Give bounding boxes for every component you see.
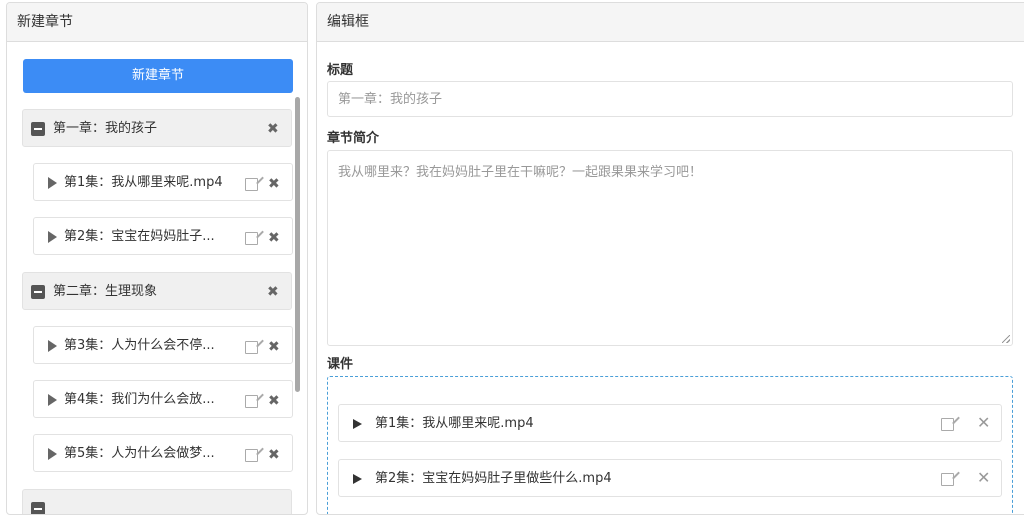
chapter-item[interactable]: 第一章：我的孩子 ✖ — [22, 109, 292, 147]
file-item[interactable]: 第2集：宝宝在妈妈肚子里做些什么.mp4 ✕ — [338, 459, 1002, 497]
play-icon — [48, 231, 57, 243]
edit-icon[interactable] — [245, 395, 258, 408]
episode-item[interactable]: 第3集：人为什么会不停... ✖ — [33, 326, 293, 364]
edit-panel-title: 编辑框 — [317, 3, 1024, 42]
courseware-label: 课件 — [327, 357, 354, 372]
edit-icon[interactable] — [245, 341, 258, 354]
episode-item[interactable]: 第2集：宝宝在妈妈肚子... ✖ — [33, 217, 293, 255]
resize-handle-icon[interactable] — [1002, 335, 1010, 343]
close-icon[interactable]: ✖ — [268, 177, 280, 191]
edit-icon[interactable] — [245, 178, 258, 191]
episode-label: 第3集：人为什么会不停... — [64, 338, 215, 353]
play-icon — [48, 340, 57, 352]
play-icon — [48, 177, 57, 189]
new-chapter-button[interactable]: 新建章节 — [23, 59, 293, 93]
intro-placeholder: 我从哪里来？我在妈妈肚子里在干嘛呢？一起跟果果来学习吧！ — [338, 165, 703, 180]
intro-textarea[interactable]: 我从哪里来？我在妈妈肚子里在干嘛呢？一起跟果果来学习吧！ — [327, 150, 1013, 346]
chapter-panel-title: 新建章节 — [7, 3, 307, 42]
close-icon[interactable]: ✖ — [268, 448, 280, 462]
courseware-dropzone[interactable]: 第1集：我从哪里来呢.mp4 ✕ 第2集：宝宝在妈妈肚子里做些什么.mp4 ✕ — [327, 376, 1013, 514]
close-icon[interactable]: ✖ — [267, 122, 279, 136]
play-icon — [353, 419, 362, 429]
chapter-label: 第二章：生理现象 — [53, 284, 158, 299]
file-label: 第2集：宝宝在妈妈肚子里做些什么.mp4 — [375, 471, 612, 486]
collapse-icon[interactable] — [31, 285, 45, 299]
episode-label: 第1集：我从哪里来呢.mp4 — [64, 175, 223, 190]
episode-item[interactable]: 第1集：我从哪里来呢.mp4 ✖ — [33, 163, 293, 201]
edit-icon[interactable] — [941, 418, 954, 431]
chapter-item[interactable]: 第二章：生理现象 ✖ — [22, 272, 292, 310]
edit-panel: 编辑框 标题 第一章：我的孩子 章节简介 我从哪里来？我在妈妈肚子里在干嘛呢？一… — [316, 2, 1024, 515]
intro-label: 章节简介 — [327, 131, 380, 146]
scrollbar[interactable] — [295, 97, 300, 392]
close-icon[interactable]: ✖ — [268, 340, 280, 354]
close-icon[interactable]: ✖ — [268, 231, 280, 245]
episode-item[interactable]: 第5集：人为什么会做梦... ✖ — [33, 434, 293, 472]
episode-label: 第2集：宝宝在妈妈肚子... — [64, 229, 215, 244]
chapter-item[interactable] — [22, 489, 292, 514]
play-icon — [48, 448, 57, 460]
file-label: 第1集：我从哪里来呢.mp4 — [375, 416, 534, 431]
file-item[interactable]: 第1集：我从哪里来呢.mp4 ✕ — [338, 404, 1002, 442]
episode-item[interactable]: 第4集：我们为什么会放... ✖ — [33, 380, 293, 418]
title-input[interactable]: 第一章：我的孩子 — [327, 81, 1013, 117]
chapter-list-panel: 新建章节 新建章节 第一章：我的孩子 ✖ 第1集：我从哪里来呢.mp4 ✖ 第2… — [6, 2, 308, 515]
close-icon[interactable]: ✕ — [977, 470, 990, 486]
chapter-label: 第一章：我的孩子 — [53, 121, 158, 136]
episode-label: 第4集：我们为什么会放... — [64, 392, 215, 407]
episode-label: 第5集：人为什么会做梦... — [64, 446, 215, 461]
edit-icon[interactable] — [245, 449, 258, 462]
title-label: 标题 — [327, 63, 354, 78]
edit-icon[interactable] — [941, 473, 954, 486]
collapse-icon[interactable] — [31, 122, 45, 136]
title-placeholder: 第一章：我的孩子 — [338, 92, 443, 107]
play-icon — [353, 474, 362, 484]
close-icon[interactable]: ✖ — [268, 394, 280, 408]
edit-icon[interactable] — [245, 232, 258, 245]
play-icon — [48, 394, 57, 406]
close-icon[interactable]: ✖ — [267, 285, 279, 299]
collapse-icon[interactable] — [31, 502, 45, 514]
close-icon[interactable]: ✕ — [977, 415, 990, 431]
